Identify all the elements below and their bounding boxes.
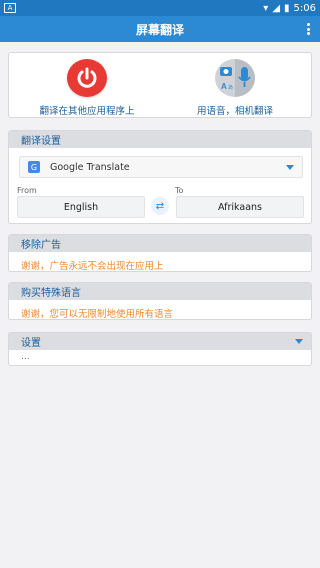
buy-languages-card[interactable]: 购买特殊语言 谢谢，您可以无限制地使用所有语言 (8, 282, 312, 320)
from-language-button[interactable]: English (17, 196, 145, 218)
chevron-down-icon (286, 165, 294, 170)
voice-camera-caption: 用语音，相机翻译 (196, 106, 273, 117)
translation-settings-header: 翻译设置 (9, 131, 311, 148)
settings-card[interactable]: 设置 ... (8, 332, 312, 366)
translate-overlay-button[interactable]: 翻译在其他应用程序上 (17, 59, 157, 117)
hero-card: 翻译在其他应用程序上 A あ 用语音，相机翻译 (8, 52, 312, 118)
status-time: 5:06 (293, 2, 316, 14)
to-language-value: Afrikaans (218, 201, 262, 213)
to-language-button[interactable]: Afrikaans (176, 196, 304, 218)
buy-languages-header: 购买特殊语言 (9, 283, 311, 300)
voice-camera-icon-group[interactable]: A あ (215, 59, 255, 97)
status-right: ▾ ◢ ▮ 5:06 (263, 3, 316, 14)
signal-icon: ◢ (272, 2, 281, 14)
app-status-icon: A (4, 3, 16, 13)
remove-ads-header: 移除广告 (9, 235, 311, 252)
remove-ads-card[interactable]: 移除广告 谢谢，广告永远不会出现在应用上 (8, 234, 312, 272)
svg-text:A: A (221, 82, 227, 91)
wifi-icon: ▾ (263, 2, 269, 14)
overflow-icon (306, 23, 310, 26)
overflow-menu-button[interactable] (304, 21, 312, 37)
from-label: From (17, 186, 37, 195)
chevron-down-icon[interactable] (295, 339, 303, 344)
buy-languages-message: 谢谢，您可以无限制地使用所有语言 (21, 309, 174, 320)
swap-icon: ⇄ (155, 200, 165, 212)
svg-text:あ: あ (228, 85, 233, 91)
power-button[interactable] (67, 59, 107, 97)
app-toolbar: 屏幕翻译 (0, 16, 320, 42)
translate-overlay-caption: 翻译在其他应用程序上 (39, 106, 135, 117)
settings-header[interactable]: 设置 (9, 333, 311, 350)
engine-value: Google Translate (50, 161, 130, 173)
settings-value: ... (21, 352, 30, 362)
app-title: 屏幕翻译 (135, 22, 184, 37)
settings-title: 设置 (21, 338, 41, 349)
google-translate-icon: G (28, 161, 40, 173)
status-bar: A ▾ ◢ ▮ 5:06 (0, 0, 320, 16)
translation-engine-select[interactable]: G Google Translate (19, 156, 303, 178)
camera-mic-icon: A あ (220, 59, 255, 97)
from-language-value: English (63, 201, 99, 213)
voice-camera-button[interactable]: A あ 用语音，相机翻译 (165, 59, 305, 117)
swap-languages-button[interactable]: ⇄ (151, 197, 169, 215)
to-label: To (175, 186, 184, 195)
battery-icon: ▮ (284, 2, 290, 14)
power-icon (77, 67, 97, 88)
remove-ads-message: 谢谢，广告永远不会出现在应用上 (21, 261, 164, 272)
